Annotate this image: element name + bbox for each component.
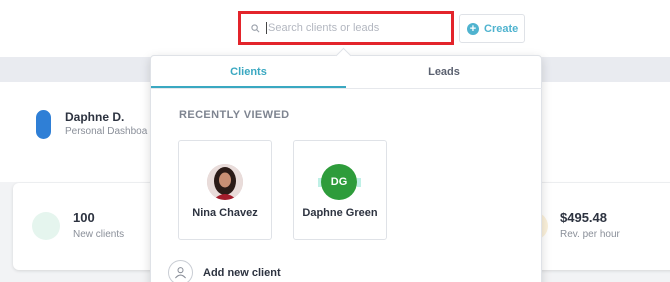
stat-label-rev-per-hour: Rev. per hour xyxy=(560,229,620,240)
add-new-client-label: Add new client xyxy=(203,266,281,279)
search-icon xyxy=(251,23,260,32)
tab-clients[interactable]: Clients xyxy=(151,66,346,88)
stat-label-new-clients: New clients xyxy=(73,229,125,240)
tab-leads[interactable]: Leads xyxy=(346,66,542,88)
avatar xyxy=(207,164,243,200)
add-new-client-button[interactable]: Add new client xyxy=(168,260,281,282)
client-name: Nina Chavez xyxy=(192,207,258,219)
profile-subtitle: Personal Dashboa xyxy=(65,126,148,137)
avatar-accent xyxy=(357,178,361,187)
tab-divider xyxy=(151,88,542,89)
profile-icon xyxy=(36,110,51,139)
create-button[interactable]: + Create xyxy=(459,14,525,43)
client-name: Daphne Green xyxy=(302,207,378,219)
search-input[interactable] xyxy=(266,22,436,34)
person-photo-icon xyxy=(207,164,243,200)
users-icon xyxy=(32,212,60,240)
avatar-initials: DG xyxy=(321,164,357,200)
add-user-icon xyxy=(168,260,193,282)
search-highlight xyxy=(238,11,454,45)
profile-name: Daphne D. xyxy=(65,110,125,124)
recently-viewed-heading: RECENTLY VIEWED xyxy=(179,109,290,121)
plus-icon: + xyxy=(467,22,479,35)
stat-value-new-clients: 100 xyxy=(73,210,95,225)
search-box[interactable] xyxy=(243,16,449,40)
stat-value-rev-per-hour: $495.48 xyxy=(560,210,607,225)
create-button-label: Create xyxy=(484,22,519,35)
